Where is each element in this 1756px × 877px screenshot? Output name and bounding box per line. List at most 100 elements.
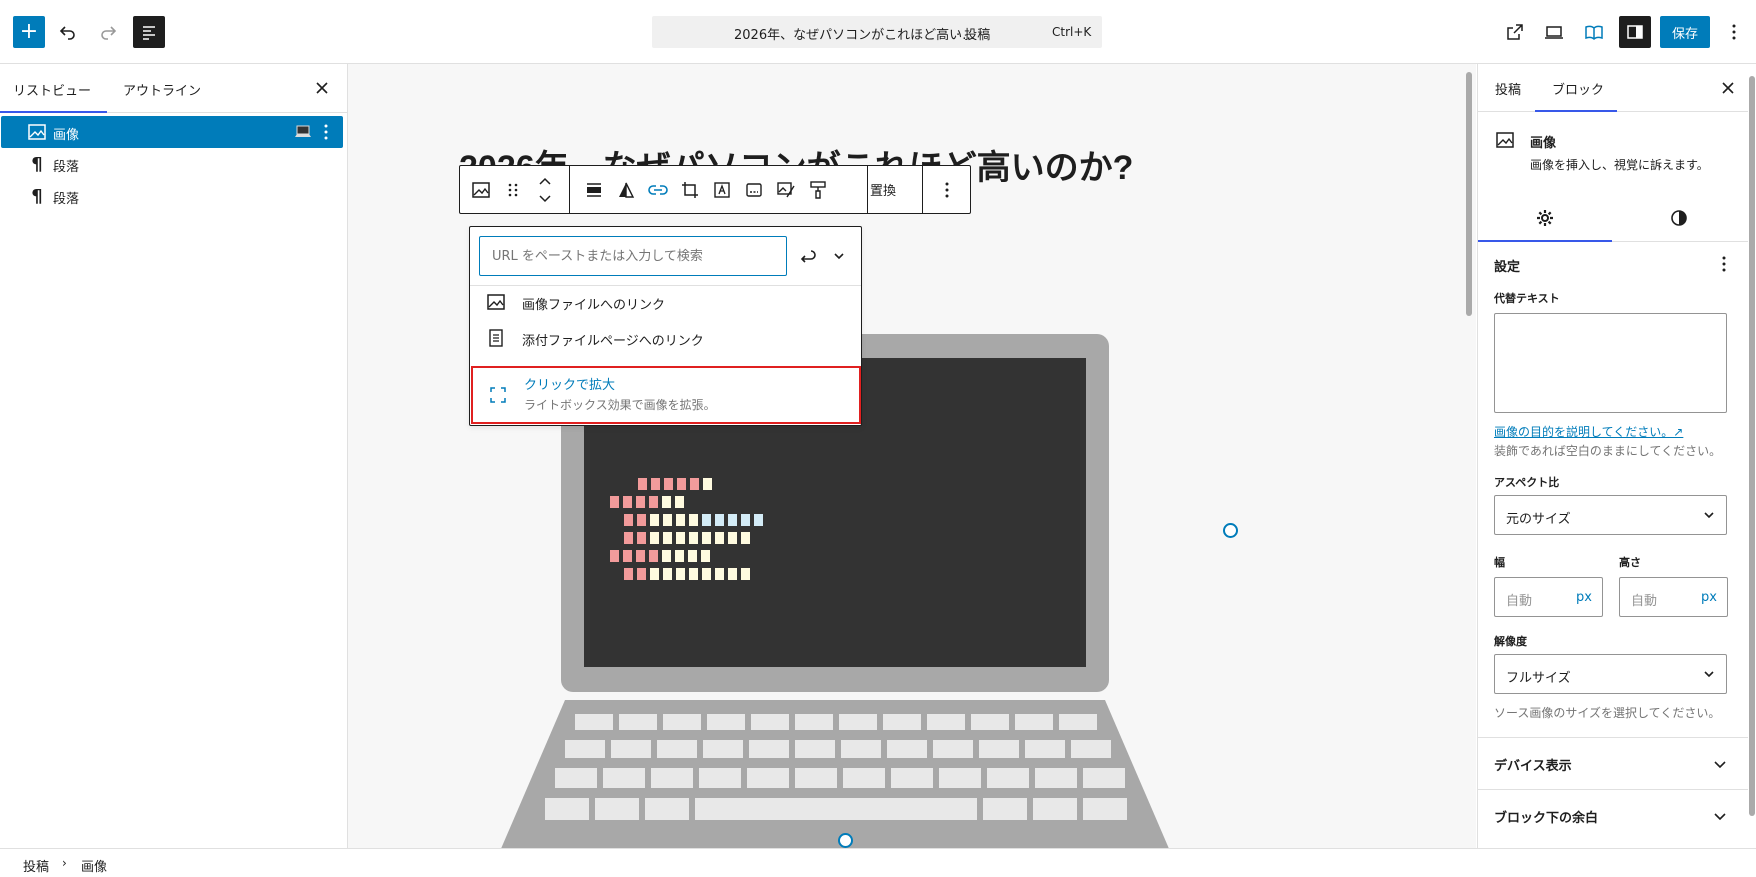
text-overlay-icon xyxy=(714,182,730,198)
resolution-label: 解像度 xyxy=(1494,635,1527,648)
command-shortcut: Ctrl+K xyxy=(1052,25,1092,39)
align-icon xyxy=(587,183,601,197)
tab-settings[interactable] xyxy=(1478,194,1612,242)
crop-button[interactable] xyxy=(674,174,706,206)
list-item-image-block[interactable]: 画像 xyxy=(1,116,343,148)
link-button[interactable] xyxy=(642,174,674,206)
resolution-value: フルサイズ xyxy=(1506,671,1571,686)
block-bottom-margin-panel-toggle[interactable]: ブロック下の余白 xyxy=(1478,789,1748,841)
drag-handle[interactable] xyxy=(497,174,529,206)
block-more-options-button[interactable] xyxy=(931,174,963,206)
block-card-title: 画像 xyxy=(1530,136,1557,151)
width-input[interactable]: 自動 px xyxy=(1494,577,1603,617)
settings-sidebar-toggle[interactable] xyxy=(1619,16,1651,48)
save-button[interactable]: 保存 xyxy=(1660,16,1710,48)
page-icon xyxy=(486,328,506,348)
block-type-button[interactable] xyxy=(465,174,497,206)
resize-handle-right[interactable] xyxy=(1223,523,1238,538)
close-settings-button[interactable] xyxy=(1718,78,1738,98)
sidebar-scrollbar[interactable] xyxy=(1748,68,1756,844)
document-overview-button[interactable] xyxy=(133,16,165,48)
list-view-panel: リストビュー アウトライン 画像 ¶ 段落 ¶ 段落 xyxy=(0,64,348,848)
aspect-ratio-value: 元のサイズ xyxy=(1506,512,1571,527)
redo-button[interactable] xyxy=(92,16,124,48)
duotone-icon xyxy=(619,182,635,198)
tab-block[interactable]: ブロック xyxy=(1552,79,1604,98)
duotone-button[interactable] xyxy=(610,174,642,206)
settings-section-title: 設定 xyxy=(1494,260,1521,275)
plus-icon: + xyxy=(19,19,39,44)
tab-styles[interactable] xyxy=(1612,194,1746,242)
option-label: 添付ファイルページへのリンク xyxy=(522,334,704,349)
format-brush-button[interactable] xyxy=(802,174,834,206)
command-palette-bar[interactable]: 2026年、なぜパソコンがこれほど高い… · 投稿 Ctrl+K xyxy=(652,16,1102,48)
tab-post[interactable]: 投稿 xyxy=(1495,79,1521,98)
link-popover: 画像ファイルへのリンク 添付ファイルページへのリンク クリックで拡大 ライトボッ… xyxy=(469,226,862,426)
url-search-input[interactable] xyxy=(479,236,787,276)
styles-icon xyxy=(1671,210,1687,226)
resolution-select[interactable]: フルサイズ xyxy=(1494,654,1727,694)
close-icon xyxy=(316,82,328,94)
aspect-ratio-label: アスペクト比 xyxy=(1494,476,1560,489)
more-vertical-icon xyxy=(1732,24,1736,40)
paragraph-icon: ¶ xyxy=(31,153,43,175)
chevron-down-icon xyxy=(1714,761,1726,769)
options-menu-button[interactable] xyxy=(1718,16,1750,48)
undo-button[interactable] xyxy=(52,16,84,48)
add-block-button[interactable]: + xyxy=(13,16,45,48)
link-to-attachment-page-option[interactable]: 添付ファイルページへのリンク xyxy=(470,321,861,355)
alt-text-help-link[interactable]: 画像の目的を説明してください。↗ xyxy=(1494,423,1683,440)
alt-text-label: 代替テキスト xyxy=(1494,292,1560,305)
expand-on-click-option[interactable]: クリックで拡大 ライトボックス効果で画像を拡張。 xyxy=(471,366,861,424)
sidebar-scrollbar-thumb[interactable] xyxy=(1749,76,1755,816)
tab-outline[interactable]: アウトライン xyxy=(123,80,201,99)
style-book-button[interactable] xyxy=(1578,16,1610,48)
aspect-ratio-select[interactable]: 元のサイズ xyxy=(1494,495,1727,535)
paragraph-icon: ¶ xyxy=(31,185,43,207)
list-item-paragraph-block[interactable]: ¶ 段落 xyxy=(1,148,343,180)
link-settings-toggle[interactable] xyxy=(823,240,855,272)
link-submit-button[interactable] xyxy=(791,240,823,272)
resize-handle-bottom[interactable] xyxy=(838,833,853,848)
settings-sidebar: 投稿 ブロック 画像 画像を挿入し、視覚に訴えます。 設定 代替テキスト 画像の… xyxy=(1477,64,1756,848)
alt-text-help: 装飾であれば空白のままにしてください。 xyxy=(1494,444,1722,458)
list-item-paragraph-block[interactable]: ¶ 段落 xyxy=(1,180,343,212)
height-input[interactable]: 自動 px xyxy=(1619,577,1728,617)
canvas-scrollbar[interactable] xyxy=(1465,68,1473,844)
fullscreen-icon xyxy=(488,385,508,405)
replace-button[interactable]: 置換 xyxy=(870,180,896,199)
alt-text-textarea[interactable] xyxy=(1494,313,1727,413)
list-item-label: 画像 xyxy=(53,128,80,143)
link-to-image-file-option[interactable]: 画像ファイルへのリンク xyxy=(470,285,861,319)
resolution-help: ソース画像のサイズを選択してください。 xyxy=(1494,706,1721,720)
more-vertical-icon xyxy=(1722,256,1726,272)
image-icon xyxy=(1495,130,1515,150)
move-up-down-button[interactable] xyxy=(529,174,561,206)
height-unit[interactable]: px xyxy=(1701,590,1717,605)
remove-background-button[interactable] xyxy=(770,174,802,206)
text-overlay-button[interactable] xyxy=(706,174,738,206)
close-list-view-button[interactable] xyxy=(312,78,332,98)
active-tab-indicator xyxy=(1535,110,1617,112)
device-preview-button[interactable] xyxy=(1538,16,1570,48)
more-vertical-icon xyxy=(324,124,328,140)
sidebar-tabs: 投稿 ブロック xyxy=(1478,64,1748,112)
block-card-description: 画像を挿入し、視覚に訴えます。 xyxy=(1530,158,1709,172)
align-button[interactable] xyxy=(578,174,610,206)
width-unit[interactable]: px xyxy=(1576,590,1592,605)
view-post-button[interactable] xyxy=(1499,16,1531,48)
breadcrumb-item-image: 画像 xyxy=(81,860,108,875)
list-item-label: 段落 xyxy=(53,160,80,175)
caption-button[interactable] xyxy=(738,174,770,206)
breadcrumb: 投稿 › 画像 xyxy=(0,848,1756,877)
height-label: 高さ xyxy=(1619,556,1641,569)
chevron-down-icon xyxy=(1704,671,1714,678)
panel-title: ブロック下の余白 xyxy=(1494,811,1599,826)
canvas-scrollbar-thumb[interactable] xyxy=(1466,72,1472,316)
settings-options-button[interactable] xyxy=(1714,254,1734,274)
tab-list-view[interactable]: リストビュー xyxy=(13,80,91,99)
device-display-panel-toggle[interactable]: デバイス表示 xyxy=(1478,737,1748,789)
block-options-button[interactable] xyxy=(319,122,333,146)
panel-title: デバイス表示 xyxy=(1494,759,1572,774)
breadcrumb-item-post[interactable]: 投稿 xyxy=(23,856,49,875)
